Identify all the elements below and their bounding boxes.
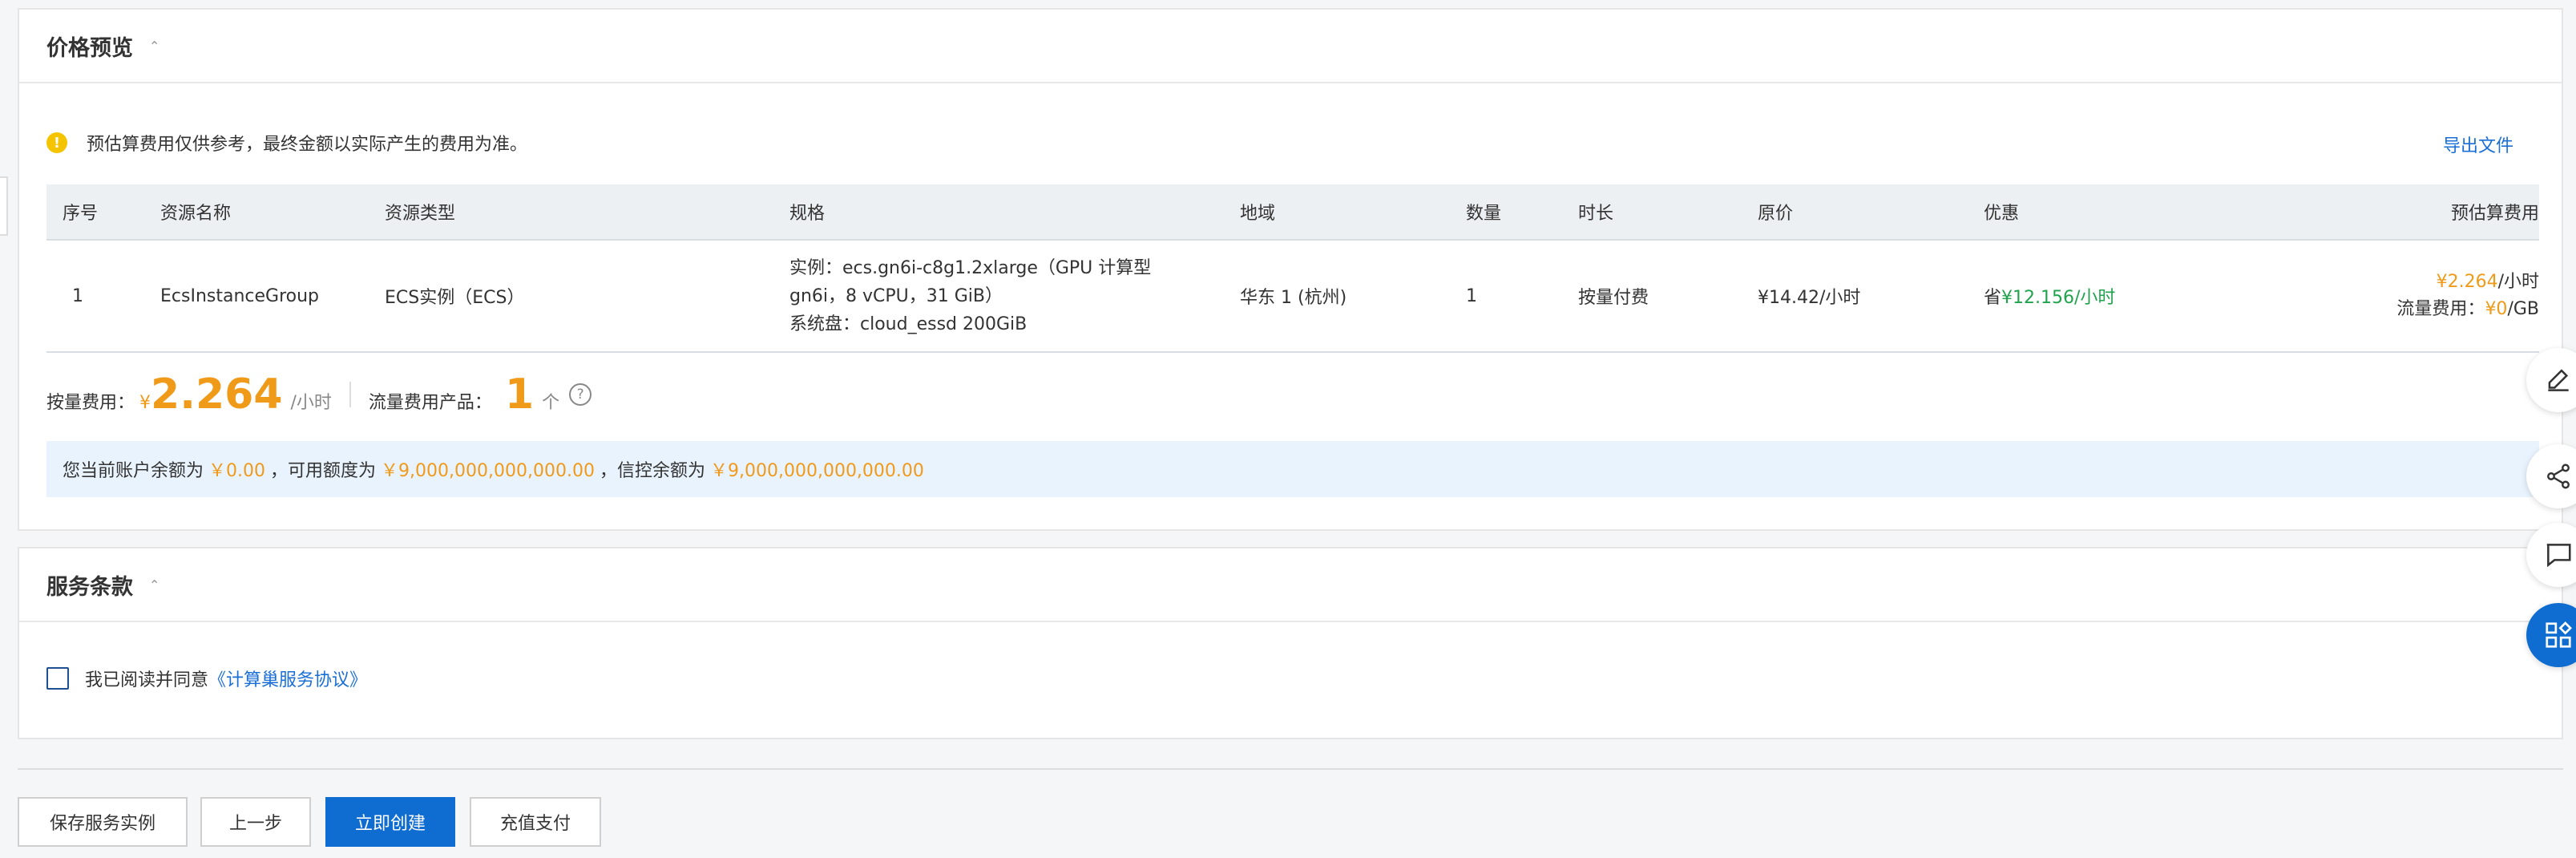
traffic-unit: /GB [2507,299,2539,319]
account-balance-bar: 您当前账户余额为 ￥0.00 ，可用额度为 ￥9,000,000,000,000… [46,441,2539,497]
prev-step-button[interactable]: 上一步 [200,797,311,847]
service-terms-panel: 服务条款 ⌃ 我已阅读并同意 《计算巢服务协议》 [18,547,2563,739]
estimate-unit: /小时 [2497,272,2539,292]
footer-divider [18,768,2563,770]
payg-value: 2.264 [151,370,283,419]
spec-instance-line1: 实例：ecs.gn6i-c8g1.2xlarge（GPU 计算型 [789,257,1152,278]
traffic-price-line: 流量费用：¥0/GB [2272,296,2539,323]
balance-text3: ，信控余额为 [599,461,705,481]
payg-unit: /小时 [290,393,332,413]
create-now-button[interactable]: 立即创建 [325,797,455,847]
left-edge-tab[interactable] [0,176,8,236]
cell-estimate: ¥2.264/小时 流量费用：¥0/GB [2272,240,2539,353]
cell-region: 华东 1 (杭州) [1240,240,1466,353]
table-row: 1 EcsInstanceGroup ECS实例（ECS） 实例：ecs.gn6… [46,240,2539,353]
agreement-link[interactable]: 《计算巢服务协议》 [208,666,367,691]
cell-quantity: 1 [1466,240,1578,353]
price-preview-title: 价格预览 [46,35,133,61]
service-terms-header[interactable]: 服务条款 ⌃ [19,548,2562,622]
agree-checkbox[interactable] [46,667,69,690]
chevron-up-icon[interactable]: ⌃ [149,38,159,54]
service-terms-title: 服务条款 [46,574,133,600]
estimate-price: ¥2.264 [2436,272,2498,292]
cell-duration: 按量付费 [1578,240,1758,353]
cell-index: 1 [46,240,160,353]
balance-value: ￥0.00 [208,461,266,481]
cell-discount: 省¥12.156/小时 [1984,240,2272,353]
chevron-up-icon[interactable]: ⌃ [149,577,159,593]
price-notice: ! 预估算费用仅供参考，最终金额以实际产生的费用为准。 [46,130,527,156]
col-resource-type: 资源类型 [385,184,789,241]
cell-spec: 实例：ecs.gn6i-c8g1.2xlarge（GPU 计算型 gn6i，8 … [789,240,1240,353]
traffic-label: 流量费用： [2396,299,2485,319]
available-value: ￥9,000,000,000,000.00 [381,461,595,481]
save-instance-button[interactable]: 保存服务实例 [18,797,188,847]
col-duration: 时长 [1578,184,1758,241]
discount-prefix: 省 [1984,288,2002,308]
discount-value: ¥12.156/小时 [2001,288,2116,308]
traffic-price: ¥0 [2485,299,2508,319]
price-preview-header[interactable]: 价格预览 ⌃ [19,10,2562,83]
resource-table: 序号 资源名称 资源类型 规格 地域 数量 时长 原价 优惠 预估算费用 1 E… [46,184,2539,353]
cell-resource-type: ECS实例（ECS） [385,240,789,353]
traffic-product-label: 流量费用产品： [368,393,492,413]
balance-text1: 您当前账户余额为 [63,461,204,481]
agree-text: 我已阅读并同意 [85,670,209,690]
table-header-row: 序号 资源名称 资源类型 规格 地域 数量 时长 原价 优惠 预估算费用 [46,184,2539,241]
col-spec: 规格 [789,184,1240,241]
warning-icon: ! [46,132,67,153]
traffic-product-unit: 个 [542,393,560,413]
price-preview-panel: 价格预览 ⌃ ! 预估算费用仅供参考，最终金额以实际产生的费用为准。 导出文件 … [18,8,2563,531]
col-original-price: 原价 [1758,184,1984,241]
traffic-product-count: 1 [504,370,535,419]
payg-currency: ¥ [139,393,151,413]
cell-original-price: ¥14.42/小时 [1758,240,1984,353]
col-quantity: 数量 [1466,184,1578,241]
spec-disk-line: 系统盘：cloud_essd 200GiB [789,314,1028,334]
estimate-price-line: ¥2.264/小时 [2272,269,2539,296]
export-file-link[interactable]: 导出文件 [2443,132,2513,157]
spec-instance-line2: gn6i，8 vCPU，31 GiB） [789,285,1003,306]
col-region: 地域 [1240,184,1466,241]
balance-text2: ，可用额度为 [270,461,377,481]
credit-value: ￥9,000,000,000,000.00 [709,461,924,481]
agreement-row: 我已阅读并同意 《计算巢服务协议》 [46,666,367,691]
col-estimate: 预估算费用 [2272,184,2539,241]
payg-label: 按量费用： [46,393,135,413]
col-discount: 优惠 [1984,184,2272,241]
help-icon[interactable]: ? [569,383,592,406]
summary-divider [349,382,351,407]
notice-text: 预估算费用仅供参考，最终金额以实际产生的费用为准。 [87,135,528,155]
cell-resource-name: EcsInstanceGroup [160,240,385,353]
price-summary: 按量费用： ¥ 2.264 /小时 流量费用产品： 1 个 ? [46,370,592,419]
col-resource-name: 资源名称 [160,184,385,241]
recharge-button[interactable]: 充值支付 [470,797,601,847]
col-index: 序号 [46,184,160,241]
